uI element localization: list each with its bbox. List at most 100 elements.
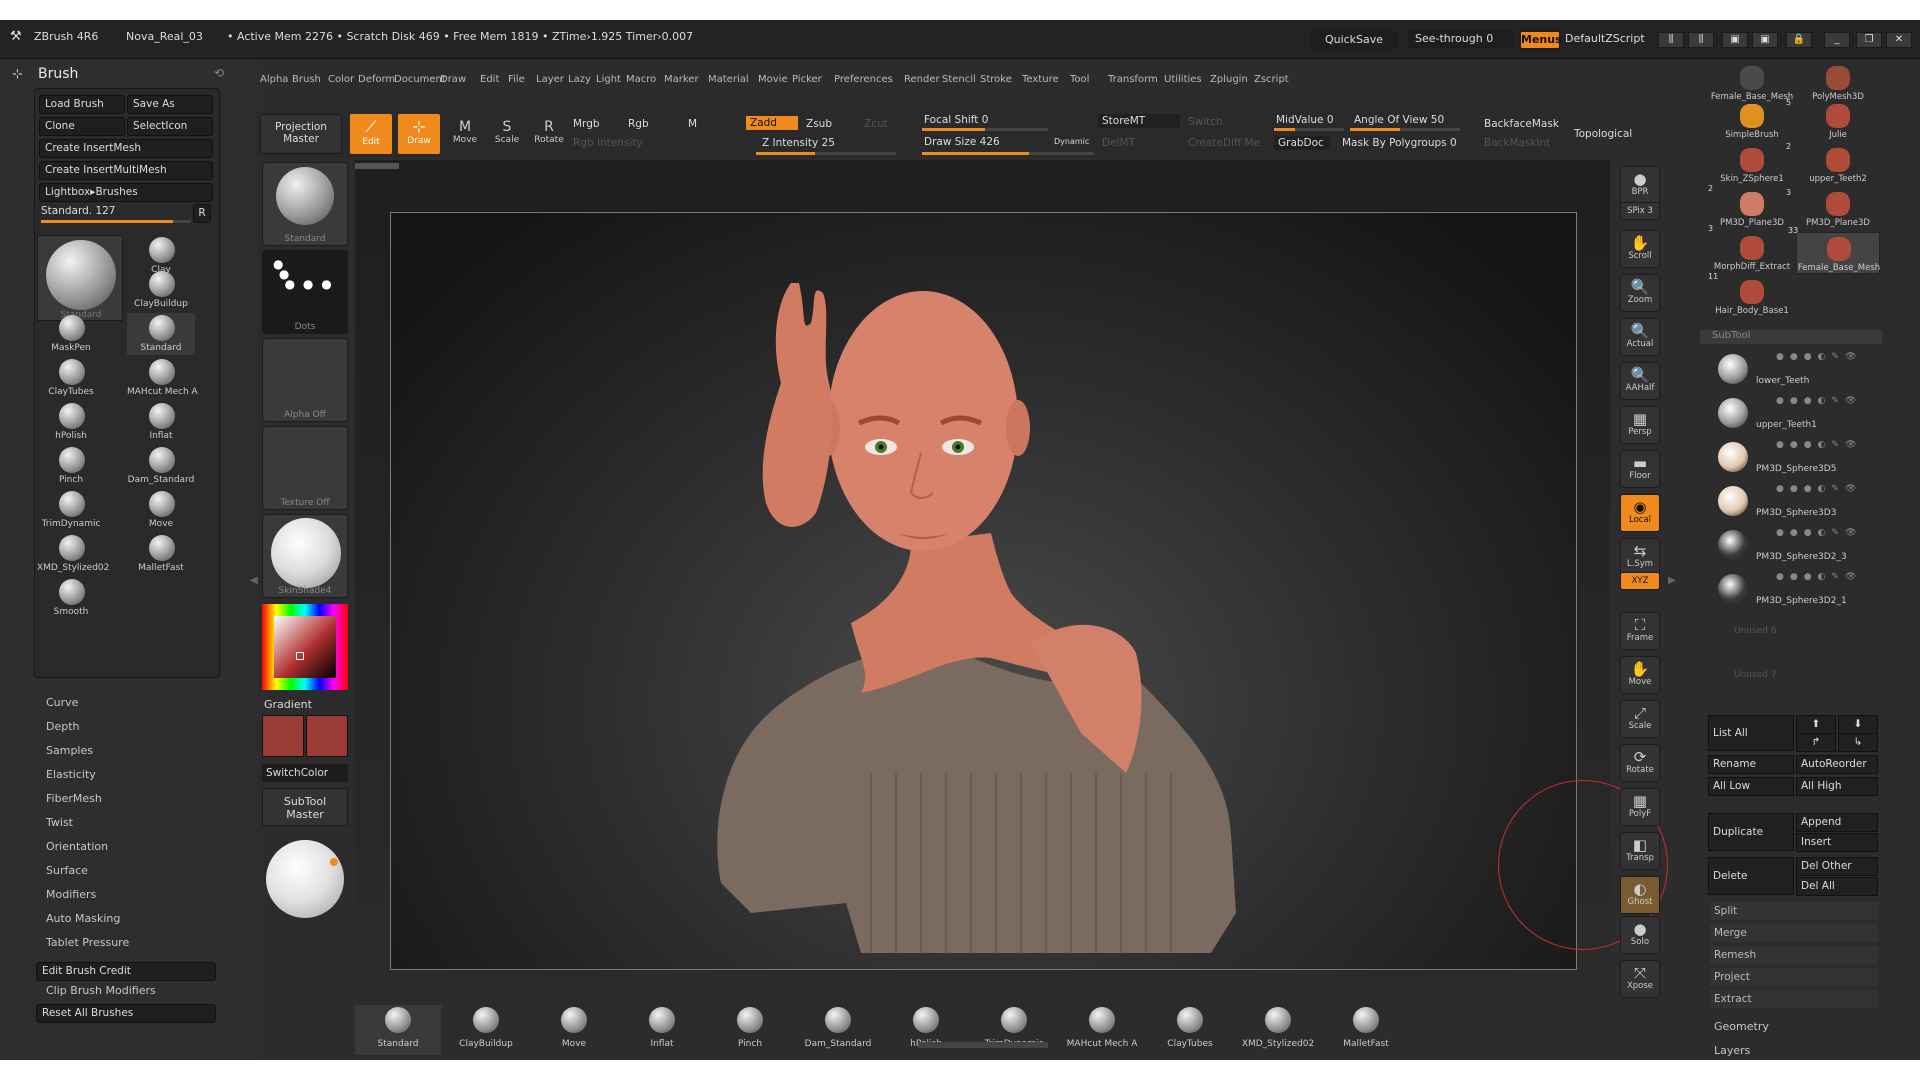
arrow-down-button[interactable]: ⬇ xyxy=(1838,715,1878,734)
bpr-button[interactable]: ● BPR xyxy=(1620,166,1660,204)
ghost-button[interactable]: ◐ Ghost xyxy=(1620,876,1660,914)
canvas-scrollbar[interactable] xyxy=(355,163,399,169)
autoreorder-button[interactable]: AutoReorder xyxy=(1796,755,1878,774)
menu-material[interactable]: Material xyxy=(708,74,749,85)
create-insertmultimesh-button[interactable]: Create InsertMultiMesh xyxy=(39,161,213,180)
append-button[interactable]: Append xyxy=(1796,813,1878,832)
menu-preferences[interactable]: Preferences xyxy=(834,74,893,85)
save-as-button[interactable]: Save As xyxy=(127,95,213,114)
subpalette-depth[interactable]: Depth xyxy=(46,720,80,733)
layout-icon[interactable]: ⫼ xyxy=(1658,32,1684,48)
frame-button[interactable]: ⛶ Frame xyxy=(1620,612,1660,650)
subtool-row[interactable]: Unused 7 xyxy=(1712,656,1878,698)
brush-dam-standard[interactable]: Dam_Standard xyxy=(127,445,195,487)
menu-marker[interactable]: Marker xyxy=(664,74,699,85)
switch-button[interactable]: Switch xyxy=(1188,116,1223,128)
menu-brush[interactable]: Brush xyxy=(292,74,321,85)
bottom-scroll-handle[interactable] xyxy=(918,1042,1048,1048)
sculpt-model[interactable] xyxy=(391,213,1578,971)
layers-subpalette[interactable]: Layers xyxy=(1714,1044,1750,1057)
z-intensity-slider[interactable]: Z Intensity 25 xyxy=(762,137,835,149)
shelf-brush-inflat[interactable]: Inflat xyxy=(619,1005,705,1055)
shelf-brush-claybuildup[interactable]: ClayBuildup xyxy=(443,1005,529,1055)
tool-upper-teeth2[interactable]: upper_Teeth2 xyxy=(1796,144,1880,186)
stroke-thumbnail[interactable]: ● ● ● ● ● Dots xyxy=(262,250,348,334)
create-insertmesh-button[interactable]: Create InsertMesh xyxy=(39,139,213,158)
insert-button[interactable]: Insert xyxy=(1796,833,1878,852)
scale-mode-button[interactable]: S Scale xyxy=(486,114,528,154)
extract-section[interactable]: Extract xyxy=(1710,990,1878,1008)
all-low-button[interactable]: All Low xyxy=(1708,777,1794,796)
arrow-up-button[interactable]: ⬆ xyxy=(1796,715,1836,734)
current-brush-thumbnail[interactable]: Standard xyxy=(262,162,348,246)
menu-movie[interactable]: Movie xyxy=(758,74,788,85)
brush-move[interactable]: Move xyxy=(127,489,195,531)
menu-alpha[interactable]: Alpha xyxy=(260,74,288,85)
subpalette-auto-masking[interactable]: Auto Masking xyxy=(46,912,120,925)
subtool-title[interactable]: SubTool xyxy=(1712,330,1750,341)
del-all-button[interactable]: Del All xyxy=(1796,877,1878,896)
material-thumbnail[interactable]: SkinShade4 xyxy=(262,514,348,598)
subpalette-clip-brush-modifiers[interactable]: Clip Brush Modifiers xyxy=(46,984,156,997)
transp-button[interactable]: ◧ Transp xyxy=(1620,832,1660,870)
brush-inflat[interactable]: Inflat xyxy=(127,401,195,443)
backmaskint-slider[interactable]: BackMaskInt xyxy=(1484,137,1550,149)
geometry-subpalette[interactable]: Geometry xyxy=(1714,1020,1769,1033)
shelf-brush-xmd-stylized02[interactable]: XMD_Stylized02 xyxy=(1235,1005,1321,1055)
subtool-toggles[interactable]: ●●●◐✎👁 xyxy=(1776,528,1876,538)
m-button[interactable]: M xyxy=(688,118,697,130)
tool-female-base-mesh[interactable]: Female_Base_Mesh xyxy=(1710,62,1794,104)
subtool-row[interactable]: ●●●◐✎👁 upper_Teeth1 xyxy=(1712,392,1878,434)
subpalette-surface[interactable]: Surface xyxy=(46,864,88,877)
del-other-button[interactable]: Del Other xyxy=(1796,857,1878,876)
restore-icon[interactable]: ❐ xyxy=(1856,32,1882,48)
topological-button[interactable]: Topological xyxy=(1574,128,1632,140)
actual-button[interactable]: 🔍 Actual xyxy=(1620,318,1660,356)
menu-utilities[interactable]: Utilities xyxy=(1164,74,1202,85)
see-through-slider[interactable]: See-through 0 xyxy=(1408,30,1514,48)
menu-lazy[interactable]: Lazy xyxy=(568,74,591,85)
edit-mode-button[interactable]: ⟋ Edit xyxy=(350,114,392,154)
switch-color-button[interactable]: SwitchColor xyxy=(262,764,348,782)
clone-button[interactable]: Clone xyxy=(39,117,125,136)
brush-standard[interactable]: Standard xyxy=(127,313,195,355)
brush-claytubes[interactable]: ClayTubes xyxy=(37,357,105,399)
menu-light[interactable]: Light xyxy=(596,74,621,85)
zadd-button[interactable]: Zadd xyxy=(746,116,798,130)
menu-deform[interactable]: Deform xyxy=(358,74,395,85)
project-section[interactable]: Project xyxy=(1710,968,1878,986)
arrow-down-right-button[interactable]: ↳ xyxy=(1838,733,1878,752)
canvas-handle-right[interactable]: ▶ xyxy=(1668,575,1676,586)
delmt-button[interactable]: DelMT xyxy=(1102,137,1135,149)
midvalue-slider[interactable]: MidValue 0 xyxy=(1276,114,1334,126)
tool-morphdiff-extract[interactable]: MorphDiff_Extract xyxy=(1710,232,1794,274)
floor-button[interactable]: ▬ Floor xyxy=(1620,450,1660,488)
z-intensity-track[interactable] xyxy=(756,152,896,155)
palette-dock-icon[interactable]: ⟲ xyxy=(214,66,224,80)
minimize-icon[interactable]: _ xyxy=(1824,32,1850,48)
move-button[interactable]: ✋ Move xyxy=(1620,656,1660,694)
texture-thumbnail[interactable]: Texture Off xyxy=(262,426,348,510)
scale-button[interactable]: ⤢ Scale xyxy=(1620,700,1660,738)
split-section[interactable]: Split xyxy=(1710,902,1878,920)
brush-mahcut-mech-a[interactable]: MAHcut Mech A xyxy=(127,357,198,399)
rgb-button[interactable]: Rgb xyxy=(628,118,649,130)
load-brush-button[interactable]: Load Brush xyxy=(39,95,125,114)
draw-mode-button[interactable]: ⊹ Draw xyxy=(398,114,440,154)
move-mode-button[interactable]: M Move xyxy=(444,114,486,154)
brush-hpolish[interactable]: hPolish xyxy=(37,401,105,443)
layout-icon[interactable]: ▣ xyxy=(1722,32,1748,48)
mask-by-polygroups-slider[interactable]: Mask By Polygroups 0 xyxy=(1342,137,1457,149)
tool-julie[interactable]: Julie xyxy=(1796,100,1880,142)
subtool-toggles[interactable]: ●●●◐✎👁 xyxy=(1776,572,1876,582)
scroll-button[interactable]: ✋ Scroll xyxy=(1620,230,1660,268)
shelf-brush-malletfast[interactable]: MalletFast xyxy=(1323,1005,1409,1055)
menu-stencil[interactable]: Stencil xyxy=(942,74,976,85)
dynamic-toggle[interactable]: Dynamic xyxy=(1054,137,1089,146)
subtool-toggles[interactable]: ●●●◐✎👁 xyxy=(1776,396,1876,406)
rename-button[interactable]: Rename xyxy=(1708,755,1794,774)
tool-female-base-mesh[interactable]: Female_Base_Mesh xyxy=(1796,232,1880,274)
menu-file[interactable]: File xyxy=(508,74,525,85)
menu-color[interactable]: Color xyxy=(328,74,354,85)
menu-render[interactable]: Render xyxy=(904,74,940,85)
